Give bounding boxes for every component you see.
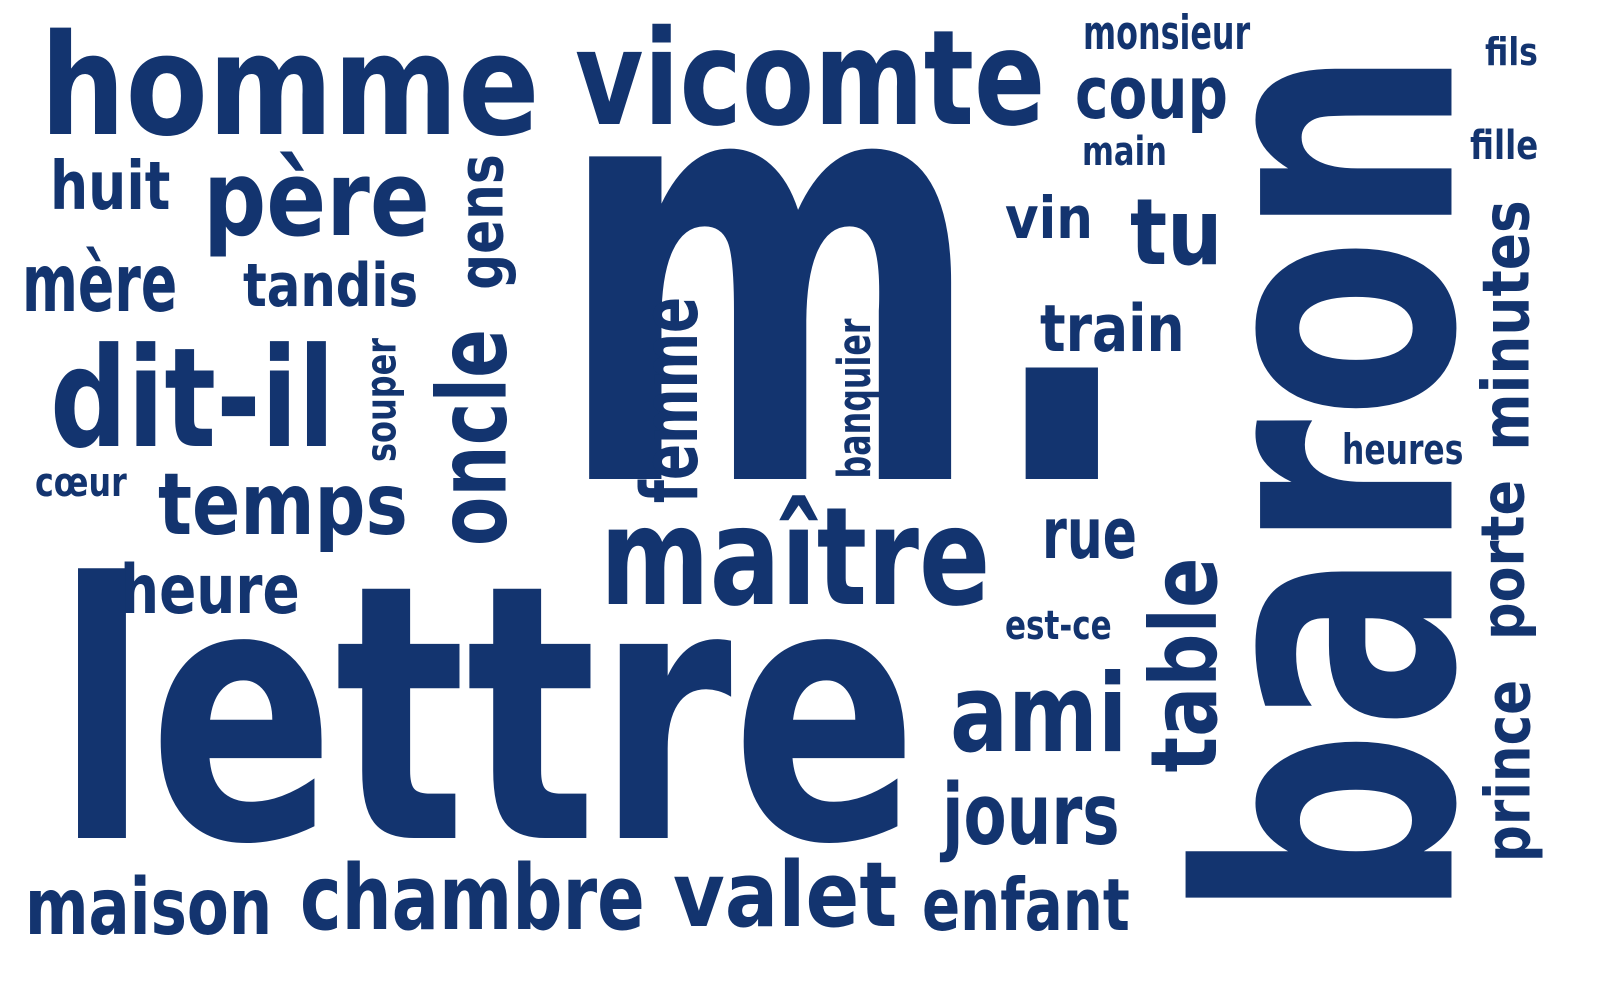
word-porte: porte [1468, 479, 1539, 641]
word-chambre: chambre [300, 845, 645, 951]
word-banquier: banquier [827, 318, 881, 478]
word-pere: père [203, 138, 430, 261]
word-baron: baron [1125, 48, 1534, 920]
word-cloud: homme vicomte monsieur coup main fils fi… [0, 0, 1600, 1000]
word-maison: maison [25, 863, 273, 953]
word-huit: huit [50, 147, 171, 226]
word-prince: prince [1471, 679, 1545, 863]
word-minutes: minutes [1469, 199, 1545, 451]
word-tandis: tandis [243, 251, 419, 322]
word-ami: ami [950, 651, 1128, 777]
word-coeur: cœur [35, 460, 127, 507]
word-jours: jours [942, 766, 1120, 866]
word-enfant: enfant [922, 863, 1130, 948]
word-mere: mère [22, 237, 178, 331]
word-gens: gens [444, 154, 518, 290]
word-lettre: lettre [55, 507, 918, 922]
word-femme: femme [626, 296, 717, 504]
word-table: table [1130, 557, 1238, 773]
word-dit-il: dit-il [50, 318, 335, 480]
word-valet: valet [673, 842, 898, 948]
word-oncle: oncle [418, 328, 529, 546]
word-vin: vin [1005, 183, 1093, 252]
word-est-ce: est-ce [1005, 603, 1112, 650]
word-homme: homme [40, 4, 540, 168]
word-rue: rue [1042, 492, 1137, 575]
word-souper: souper [356, 337, 406, 463]
